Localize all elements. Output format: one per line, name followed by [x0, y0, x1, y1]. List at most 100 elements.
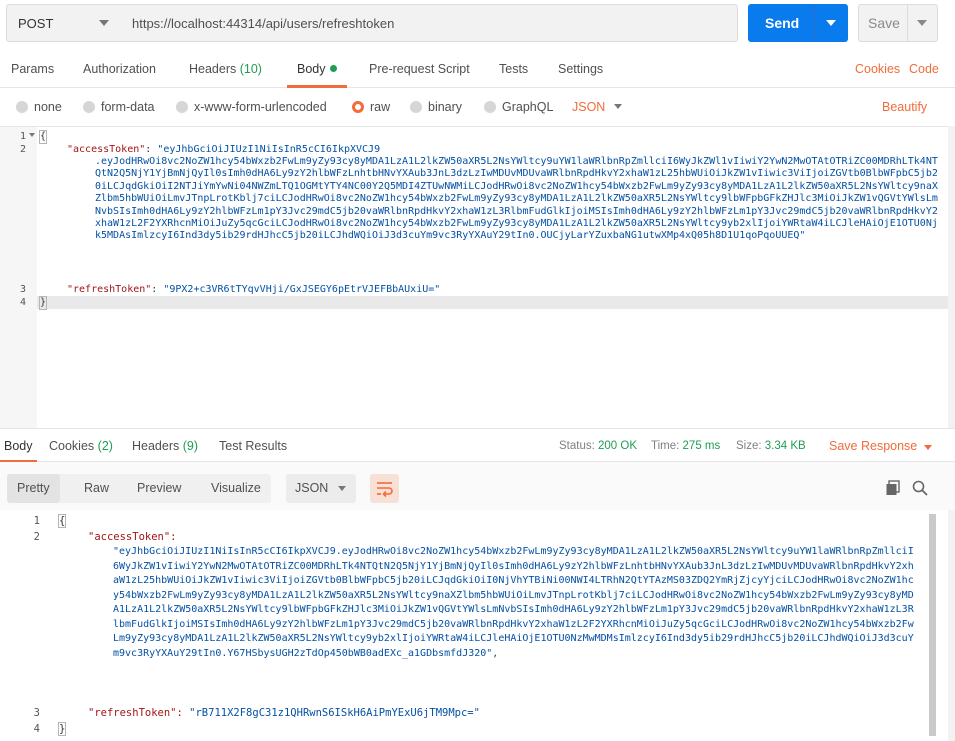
response-panel-scrollbar[interactable]	[948, 510, 955, 741]
copy-icon[interactable]	[885, 480, 901, 496]
send-options-chevron-icon[interactable]	[826, 20, 836, 26]
cookies-count-badge: (2)	[97, 439, 113, 453]
radio-binary[interactable]: binary	[410, 100, 462, 114]
tab-body[interactable]: Body	[297, 62, 337, 76]
radio-selected-icon	[352, 101, 364, 113]
response-format-label: JSON	[295, 481, 329, 495]
radio-raw[interactable]: raw	[352, 100, 390, 114]
radio-urlencoded[interactable]: x-www-form-urlencoded	[176, 100, 327, 114]
search-icon[interactable]	[912, 480, 928, 496]
method-label: POST	[18, 15, 54, 31]
chevron-down-icon	[338, 486, 346, 491]
line-number: 4	[33, 723, 40, 735]
tab-headers[interactable]: Headers (10)	[189, 62, 262, 76]
line-number: 1	[19, 131, 26, 142]
open-brace: {	[38, 129, 48, 145]
tab-settings[interactable]: Settings	[558, 62, 603, 76]
line-number: 1	[33, 515, 40, 527]
radio-circle-icon	[410, 101, 422, 113]
save-response-button[interactable]: Save Response	[829, 439, 917, 453]
fold-chevron-icon[interactable]	[29, 133, 35, 137]
response-access-token-value: "eyJhbGciOiJIUzI1NiIsInR5cCI6IkpXVCJ9.ey…	[113, 546, 914, 659]
save-options-chevron-icon[interactable]	[917, 20, 927, 26]
view-pretty-button[interactable]: Pretty	[7, 474, 60, 503]
tab-tests[interactable]: Tests	[499, 62, 528, 76]
radio-circle-icon	[83, 101, 95, 113]
radio-raw-label: raw	[370, 100, 391, 114]
url-text: https://localhost:44314/api/users/refres…	[132, 15, 395, 31]
radio-circle-icon	[176, 101, 188, 113]
size-value: 3.34 KB	[764, 440, 806, 452]
close-brace: }	[38, 295, 48, 311]
wrap-lines-button[interactable]	[370, 474, 399, 503]
access-token-value: .eyJodHRwOi8vc2NoZW1hcy54bWxzb2FwLm9yZy9…	[95, 156, 938, 242]
send-button[interactable]: Send	[748, 4, 848, 42]
radio-urlencoded-label: x-www-form-urlencoded	[194, 100, 327, 114]
save-label: Save	[868, 15, 900, 31]
size-label: Size:	[736, 440, 762, 452]
status-readout: Status: 200 OK	[559, 440, 637, 452]
response-toolbar: Pretty Raw Preview Visualize JSON	[0, 462, 955, 510]
access-token-value-start: "eyJhbGciOiJIUzI1NiIsInR5cCI6IkpXVCJ9	[157, 144, 381, 155]
access-token-line: "accessToken": "eyJhbGciOiJIUzI1NiIsInR5…	[67, 144, 381, 155]
save-divider	[907, 5, 908, 41]
tab-params[interactable]: Params	[11, 62, 54, 76]
radio-form-data-label: form-data	[101, 100, 155, 114]
code-link[interactable]: Code	[909, 62, 939, 76]
line-number: 3	[19, 284, 26, 295]
response-tab-headers[interactable]: Headers (9)	[132, 439, 198, 453]
url-input[interactable]: https://localhost:44314/api/users/refres…	[121, 4, 738, 42]
radio-graphql[interactable]: GraphQL	[484, 100, 553, 114]
response-tab-cookies-label: Cookies	[49, 439, 95, 453]
radio-binary-label: binary	[428, 100, 463, 114]
response-tab-cookies[interactable]: Cookies (2)	[49, 439, 113, 453]
cookies-link[interactable]: Cookies	[855, 62, 900, 76]
tab-authorization[interactable]: Authorization	[83, 62, 156, 76]
response-viewer-scrollbar-thumb[interactable]	[929, 514, 936, 736]
tab-prerequest-script[interactable]: Pre-request Script	[369, 62, 470, 76]
view-raw-button[interactable]: Raw	[74, 474, 119, 503]
response-format-select[interactable]: JSON	[286, 474, 356, 503]
body-format-select[interactable]: JSON	[572, 100, 605, 114]
view-preview-button[interactable]: Preview	[127, 474, 191, 503]
request-body-editor[interactable]: 1 2 3 4 { "accessToken": "eyJhbGciOiJIUz…	[0, 126, 948, 429]
radio-none-label: none	[34, 100, 62, 114]
body-indicator-dot	[329, 65, 337, 72]
method-select[interactable]: POST	[6, 4, 122, 42]
radio-none[interactable]: none	[16, 100, 62, 114]
response-tab-body[interactable]: Body	[4, 439, 33, 453]
send-divider	[814, 4, 815, 42]
request-bar: POST https://localhost:44314/api/users/r…	[0, 0, 955, 52]
time-label: Time:	[651, 440, 680, 452]
line-number: 3	[33, 707, 40, 719]
radio-form-data[interactable]: form-data	[83, 100, 155, 114]
response-tab-test-results[interactable]: Test Results	[219, 439, 287, 453]
response-body-viewer[interactable]: 1 2 3 4 { "accessToken": "eyJhbGciOiJIUz…	[0, 510, 937, 741]
send-label: Send	[765, 15, 800, 31]
save-button[interactable]: Save	[858, 4, 938, 42]
line-number: 2	[19, 144, 26, 155]
tab-body-label: Body	[297, 62, 326, 76]
radio-graphql-label: GraphQL	[502, 100, 554, 114]
response-headers-count-badge: (9)	[182, 439, 199, 453]
body-type-options: none form-data x-www-form-urlencoded raw…	[0, 88, 955, 126]
radio-circle-icon	[484, 101, 496, 113]
response-close-brace: }	[57, 721, 67, 737]
size-readout: Size: 3.34 KB	[736, 440, 806, 452]
headers-count-badge: (10)	[239, 62, 262, 76]
view-visualize-button[interactable]: Visualize	[201, 474, 271, 503]
current-line-highlight	[37, 296, 948, 309]
format-chevron-down-icon[interactable]	[614, 104, 622, 109]
response-tab-headers-label: Headers	[132, 439, 180, 453]
wrap-lines-icon	[377, 482, 393, 498]
save-response-chevron-icon[interactable]	[924, 445, 932, 450]
response-refresh-token-key: "refreshToken":	[88, 707, 183, 719]
line-number: 2	[33, 531, 40, 543]
request-editor-scrollbar[interactable]	[948, 126, 955, 428]
request-tabs: Params Authorization Headers (10) Body P…	[0, 52, 955, 88]
response-access-token-key: "accessToken":	[88, 531, 177, 543]
radio-circle-icon	[16, 101, 28, 113]
time-value: 275 ms	[682, 440, 721, 452]
refresh-token-line: "refreshToken": "9PX2+c3VR6tTYqvVHji/GxJ…	[67, 284, 441, 295]
beautify-link[interactable]: Beautify	[882, 100, 927, 114]
